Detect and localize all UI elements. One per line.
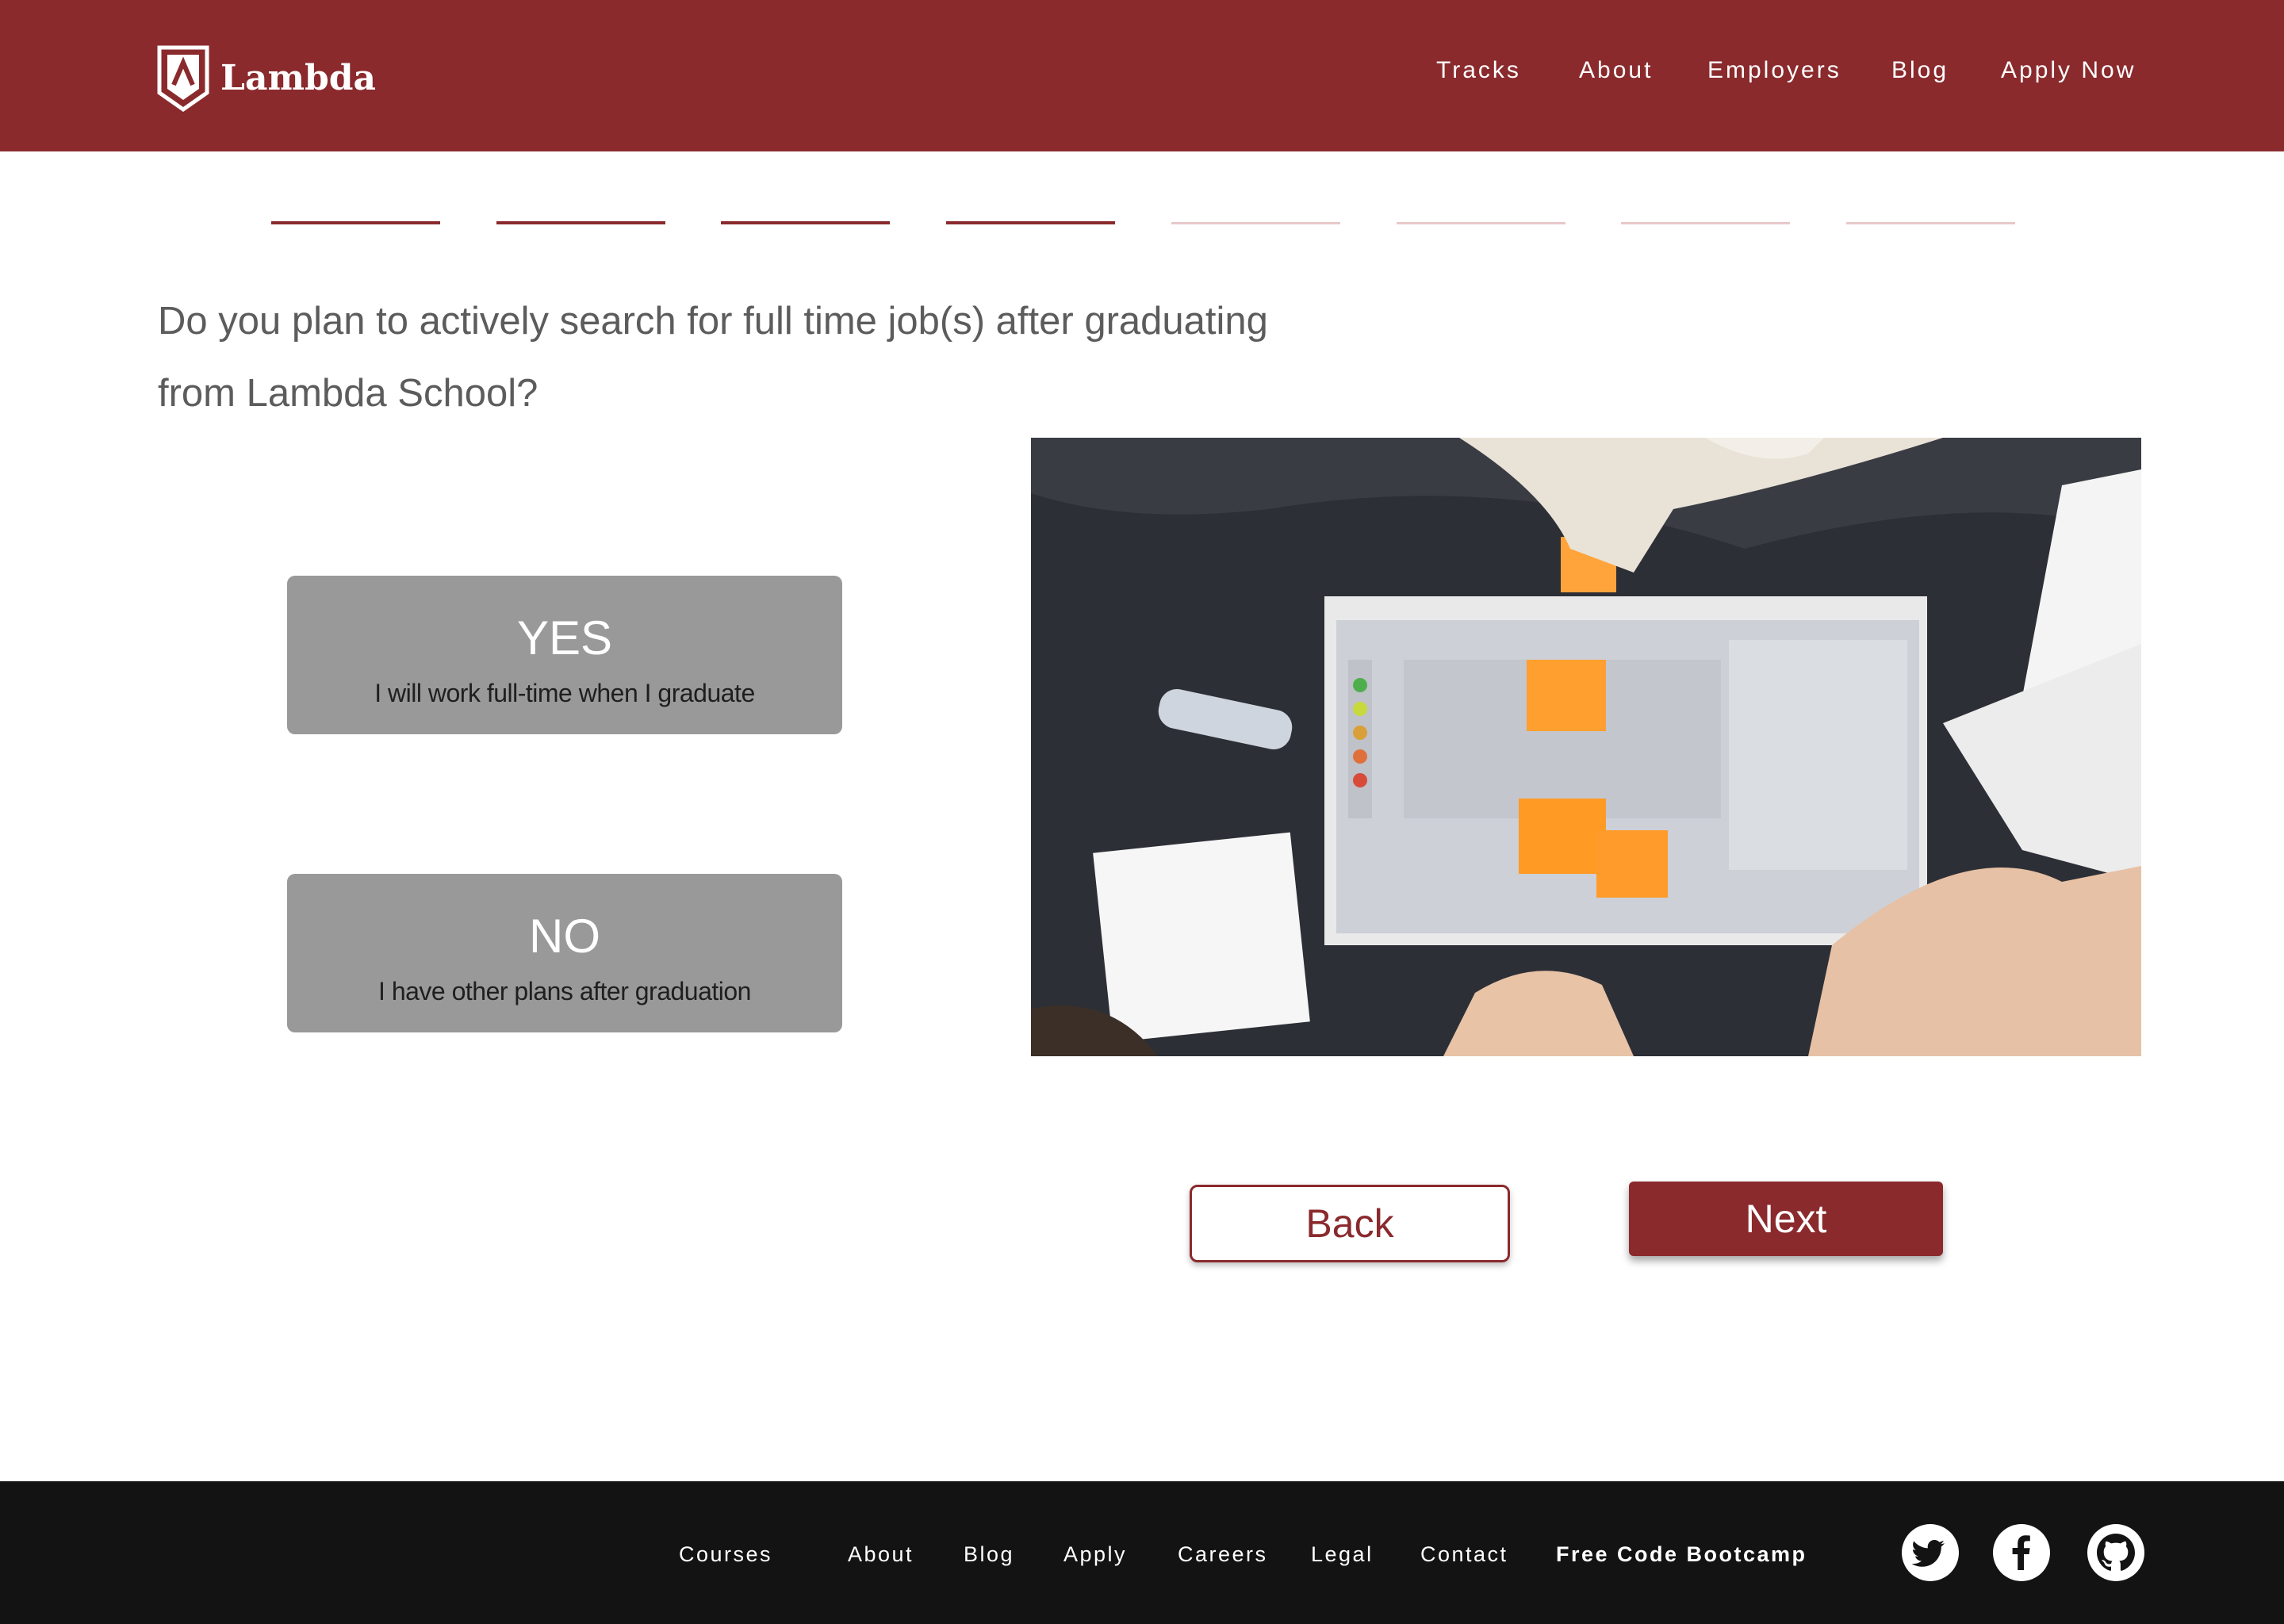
team-workshop-photo xyxy=(1031,438,2141,1056)
progress-step-1 xyxy=(271,221,440,224)
progress-step-2 xyxy=(496,221,665,224)
question-text: Do you plan to actively search for full … xyxy=(158,300,1268,415)
footer-link-about[interactable]: About xyxy=(848,1538,914,1570)
progress-step-5 xyxy=(1171,222,1340,224)
footer-link-careers[interactable]: Careers xyxy=(1178,1538,1268,1570)
progress-step-4 xyxy=(946,221,1115,224)
nav-blog[interactable]: Blog xyxy=(1891,51,1949,90)
lambda-shield-icon xyxy=(157,45,209,112)
lambda-logo[interactable]: Lambda xyxy=(157,44,376,112)
option-yes-subtitle: I will work full-time when I graduate xyxy=(374,679,755,707)
option-yes-title: YES xyxy=(516,611,613,665)
logo-text: Lambda xyxy=(220,58,377,98)
nav-tracks[interactable]: Tracks xyxy=(1436,51,1521,90)
back-button[interactable]: Back xyxy=(1190,1185,1510,1262)
twitter-icon[interactable] xyxy=(1902,1524,1959,1581)
progress-step-3 xyxy=(721,221,890,224)
footer-link-contact[interactable]: Contact xyxy=(1420,1538,1508,1570)
github-icon[interactable] xyxy=(2087,1524,2144,1581)
footer-link-legal[interactable]: Legal xyxy=(1311,1538,1374,1570)
option-yes-button[interactable]: YES I will work full-time when I graduat… xyxy=(287,576,842,734)
option-no-subtitle: I have other plans after graduation xyxy=(378,977,751,1005)
nav-apply-now[interactable]: Apply Now xyxy=(2001,51,2136,90)
progress-step-7 xyxy=(1621,222,1790,224)
facebook-icon[interactable] xyxy=(1993,1524,2050,1581)
site-header: Lambda Tracks About Employers Blog Apply… xyxy=(0,0,2284,151)
next-button[interactable]: Next xyxy=(1629,1182,1943,1256)
nav-about[interactable]: About xyxy=(1579,51,1653,90)
footer-link-free-code-bootcamp[interactable]: Free Code Bootcamp xyxy=(1556,1538,1807,1570)
option-no-button[interactable]: NO I have other plans after graduation xyxy=(287,874,842,1032)
progress-step-6 xyxy=(1397,222,1565,224)
progress-step-8 xyxy=(1846,222,2015,224)
footer-link-blog[interactable]: Blog xyxy=(964,1538,1014,1570)
nav-employers[interactable]: Employers xyxy=(1707,51,1841,90)
option-no-title: NO xyxy=(529,910,600,963)
footer-link-courses[interactable]: Courses xyxy=(679,1538,772,1570)
footer-link-apply[interactable]: Apply xyxy=(1063,1538,1127,1570)
